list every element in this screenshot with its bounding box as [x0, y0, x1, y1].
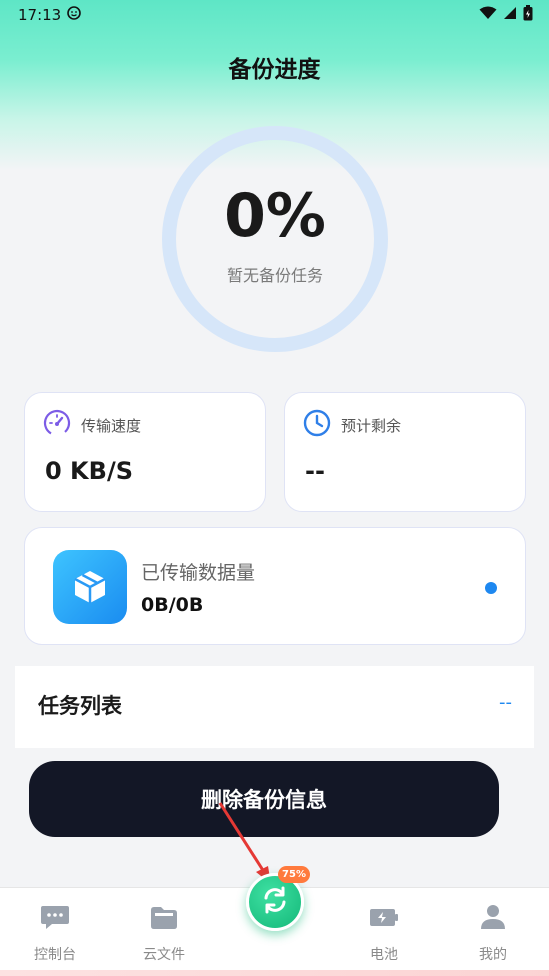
battery-icon — [369, 904, 399, 934]
speed-card: 传输速度 0 KB/S — [24, 392, 266, 512]
tab-profile-label: 我的 — [479, 947, 507, 963]
battery-status-icon — [523, 5, 533, 25]
status-bar: 17:13 — [0, 0, 549, 30]
smiley-notification-icon — [67, 6, 82, 24]
task-list-title: 任务列表 — [38, 694, 122, 718]
speed-card-header: 传输速度 — [43, 409, 141, 441]
speed-value: 0 KB/S — [45, 457, 133, 485]
remaining-time-card: 预计剩余 -- — [284, 392, 526, 512]
user-icon — [478, 904, 508, 934]
remaining-label: 预计剩余 — [341, 416, 402, 435]
status-time: 17:13 — [18, 6, 62, 24]
tab-console-label: 控制台 — [34, 947, 76, 963]
speedometer-icon — [43, 409, 71, 441]
status-dot — [485, 582, 497, 594]
bottom-edge — [0, 970, 549, 976]
remaining-value: -- — [305, 457, 325, 485]
transferred-value: 0B/0B — [141, 594, 204, 616]
transferred-label: 已传输数据量 — [141, 562, 256, 584]
tab-cloud-files-label: 云文件 — [143, 947, 185, 963]
remaining-card-header: 预计剩余 — [303, 409, 401, 441]
page-title: 备份进度 — [228, 57, 321, 83]
speed-label: 传输速度 — [81, 416, 142, 435]
progress-badge: 75% — [278, 866, 310, 883]
progress-percent: 0% — [224, 181, 326, 251]
status-right — [479, 5, 533, 25]
signal-icon — [503, 6, 517, 24]
box-icon — [53, 550, 127, 624]
tab-console[interactable]: 控制台 — [10, 904, 100, 964]
wifi-icon — [479, 6, 497, 24]
task-list-more[interactable]: -- — [499, 692, 512, 713]
tab-cloud-files[interactable]: 云文件 — [119, 904, 209, 964]
progress-ring: 0% 暂无备份任务 — [162, 126, 388, 352]
sync-icon — [259, 884, 291, 920]
transferred-data-card[interactable]: 已传输数据量 0B/0B — [24, 527, 526, 645]
clock-icon — [303, 409, 331, 441]
chat-icon — [40, 904, 70, 934]
progress-subtitle: 暂无备份任务 — [226, 266, 323, 285]
status-left: 17:13 — [18, 6, 82, 24]
folder-icon — [149, 904, 179, 934]
tab-battery[interactable]: 电池 — [339, 904, 429, 964]
delete-backup-button[interactable]: 删除备份信息 — [29, 761, 499, 837]
tab-profile[interactable]: 我的 — [448, 904, 538, 964]
task-list-section[interactable]: 任务列表 -- — [15, 666, 534, 748]
tab-battery-label: 电池 — [370, 947, 398, 963]
